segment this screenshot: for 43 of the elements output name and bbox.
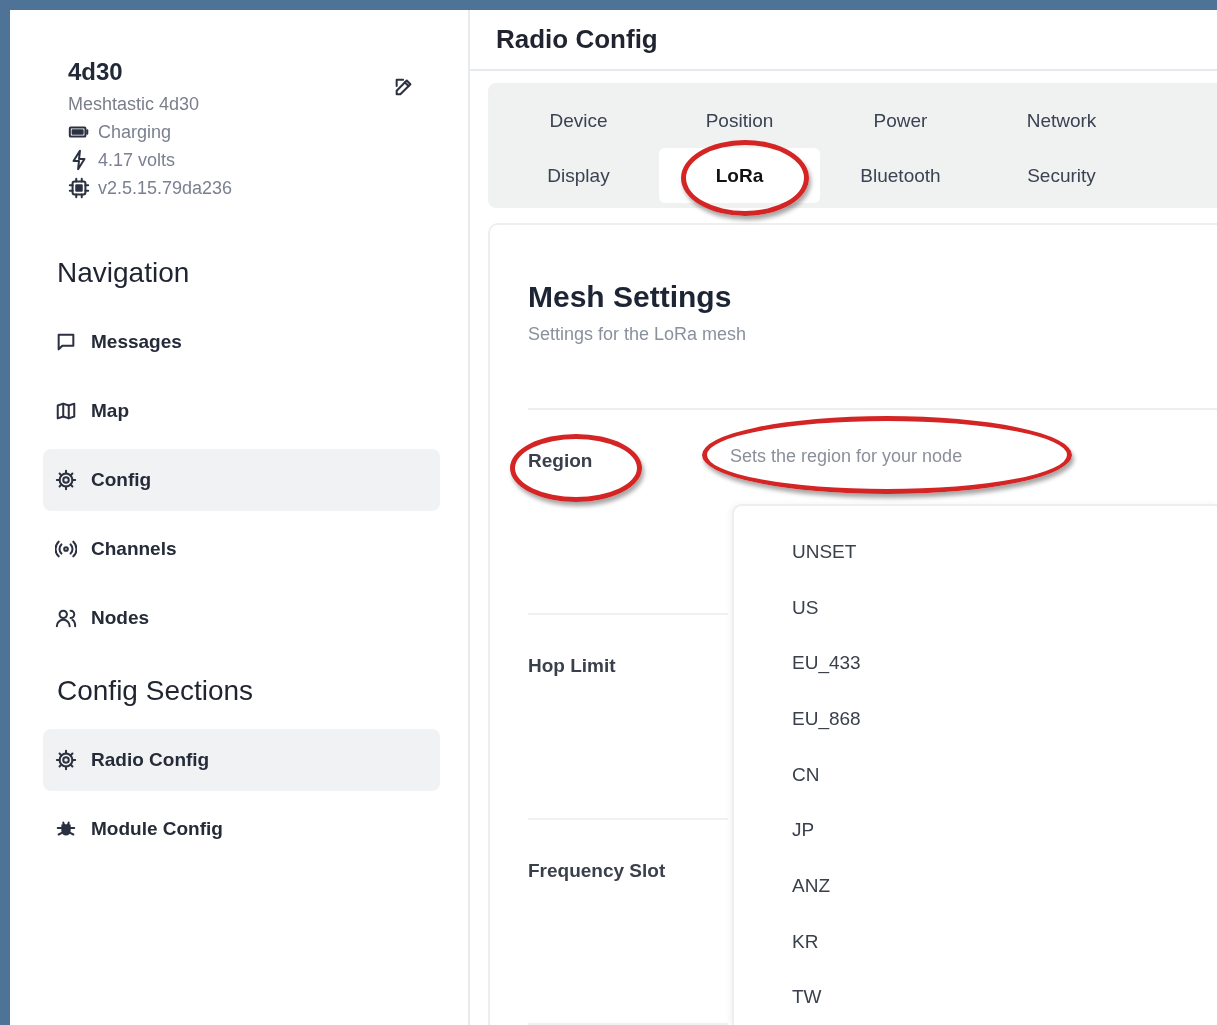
section-subtitle: Settings for the LoRa mesh (528, 324, 748, 345)
tab[interactable]: Display (498, 148, 659, 203)
tab[interactable]: Device (498, 93, 659, 148)
tab[interactable]: Bluetooth (820, 148, 981, 203)
voltage-reading: 4.17 volts (98, 149, 176, 171)
nav-item[interactable]: Module Config (43, 798, 440, 860)
tab[interactable]: Position (659, 93, 820, 148)
field-label: Hop Limit (528, 655, 616, 677)
tab[interactable]: Power (820, 93, 981, 148)
nav-item[interactable]: Messages (43, 311, 440, 373)
field-label: Region (528, 450, 593, 472)
dropdown-option[interactable]: KR (734, 913, 1217, 970)
dropdown-option[interactable]: US (734, 579, 1217, 636)
section-heading: Config Sections (56, 675, 255, 707)
map-icon (55, 400, 77, 422)
nav-item[interactable]: Nodes (43, 587, 440, 649)
nav-item[interactable]: Map (43, 380, 440, 442)
dropdown-option[interactable]: ANZ (734, 858, 1217, 914)
dropdown-option[interactable]: JP (734, 802, 1217, 859)
dropdown-option[interactable]: EU_868 (734, 691, 1217, 747)
section-title: Mesh Settings (528, 280, 733, 314)
field-label: Frequency Slot (528, 860, 666, 882)
dropdown-option[interactable]: TW (734, 969, 1217, 1025)
dropdown-option[interactable]: CN (734, 746, 1217, 803)
nav-item[interactable]: Channels (43, 518, 440, 580)
radio-waves-icon (55, 538, 77, 560)
settings-icon (55, 469, 77, 491)
tab[interactable]: Network (981, 93, 1142, 148)
nav-item[interactable]: Radio Config (43, 729, 440, 791)
device-name: 4d30 (68, 58, 124, 86)
firmware-version: v2.5.15.79da236 (98, 177, 233, 199)
chip-icon (68, 177, 90, 199)
dropdown-option[interactable]: UNSET (734, 524, 1217, 580)
page-title: Radio Config (470, 10, 1217, 71)
tab[interactable]: LoRa (659, 148, 820, 203)
tab[interactable]: Security (981, 148, 1142, 203)
nav-item[interactable]: Config (43, 449, 440, 511)
device-model: Meshtastic 4d30 (68, 94, 201, 115)
users-icon (55, 607, 77, 629)
settings-icon (55, 749, 77, 771)
battery-status: Charging (98, 121, 172, 143)
section-heading: Navigation (56, 257, 191, 289)
dropdown-option[interactable]: EU_433 (734, 635, 1217, 691)
